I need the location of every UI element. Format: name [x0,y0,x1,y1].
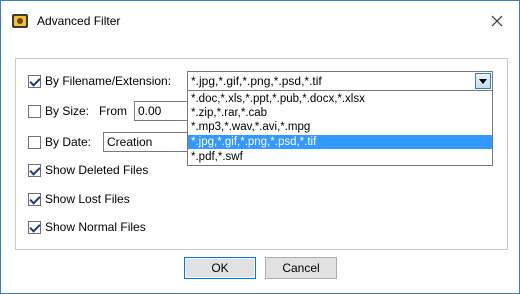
extension-dropdown-list: *.doc,*.xls,*.ppt,*.pub,*.docx,*.xlsx *.… [187,90,493,166]
filename-filter-row: By Filename/Extension: [28,71,171,91]
show-normal-row: Show Normal Files [28,217,146,237]
extension-value: *.jpg,*.gif,*.png,*.psd,*.tif [191,74,322,88]
show-normal-label: Show Normal Files [45,220,146,234]
filename-checkbox[interactable] [28,74,41,88]
dropdown-option[interactable]: *.zip,*.rar,*.cab [188,106,492,120]
size-from-label: From [99,104,127,118]
advanced-filter-dialog: Advanced Filter By Filename/Extension: *… [0,0,520,294]
show-lost-label: Show Lost Files [45,192,130,206]
close-icon[interactable] [487,11,507,31]
ok-button[interactable]: OK [184,257,256,279]
dropdown-option[interactable]: *.mp3,*.wav,*.avi,*.mpg [188,120,492,134]
date-type-select[interactable]: Creation [103,132,190,152]
show-deleted-checkbox[interactable] [28,163,41,177]
size-filter-row: By Size: [28,101,89,121]
size-label: By Size: [45,104,90,118]
chevron-down-icon[interactable] [475,73,491,89]
date-checkbox[interactable] [28,135,41,149]
dropdown-option[interactable]: *.pdf,*.swf [188,150,492,164]
show-lost-checkbox[interactable] [28,192,41,206]
cancel-button[interactable]: Cancel [265,257,337,279]
window-title: Advanced Filter [37,14,121,28]
date-label: By Date: [45,135,92,149]
show-lost-row: Show Lost Files [28,189,130,209]
size-checkbox[interactable] [28,104,41,118]
date-filter-row: By Date: [28,132,91,152]
show-deleted-row: Show Deleted Files [28,160,148,180]
dropdown-option[interactable]: *.doc,*.xls,*.ppt,*.pub,*.docx,*.xlsx [188,92,492,106]
extension-combobox[interactable]: *.jpg,*.gif,*.png,*.psd,*.tif [187,71,493,91]
filename-label: By Filename/Extension: [45,74,172,88]
show-deleted-label: Show Deleted Files [45,163,149,177]
title-bar: Advanced Filter [1,1,519,41]
app-icon [11,12,29,30]
dropdown-option-selected[interactable]: *.jpg,*.gif,*.png,*.psd,*.tif [188,135,492,149]
show-normal-checkbox[interactable] [28,220,41,234]
size-from-input[interactable]: 0.00 [134,101,190,121]
